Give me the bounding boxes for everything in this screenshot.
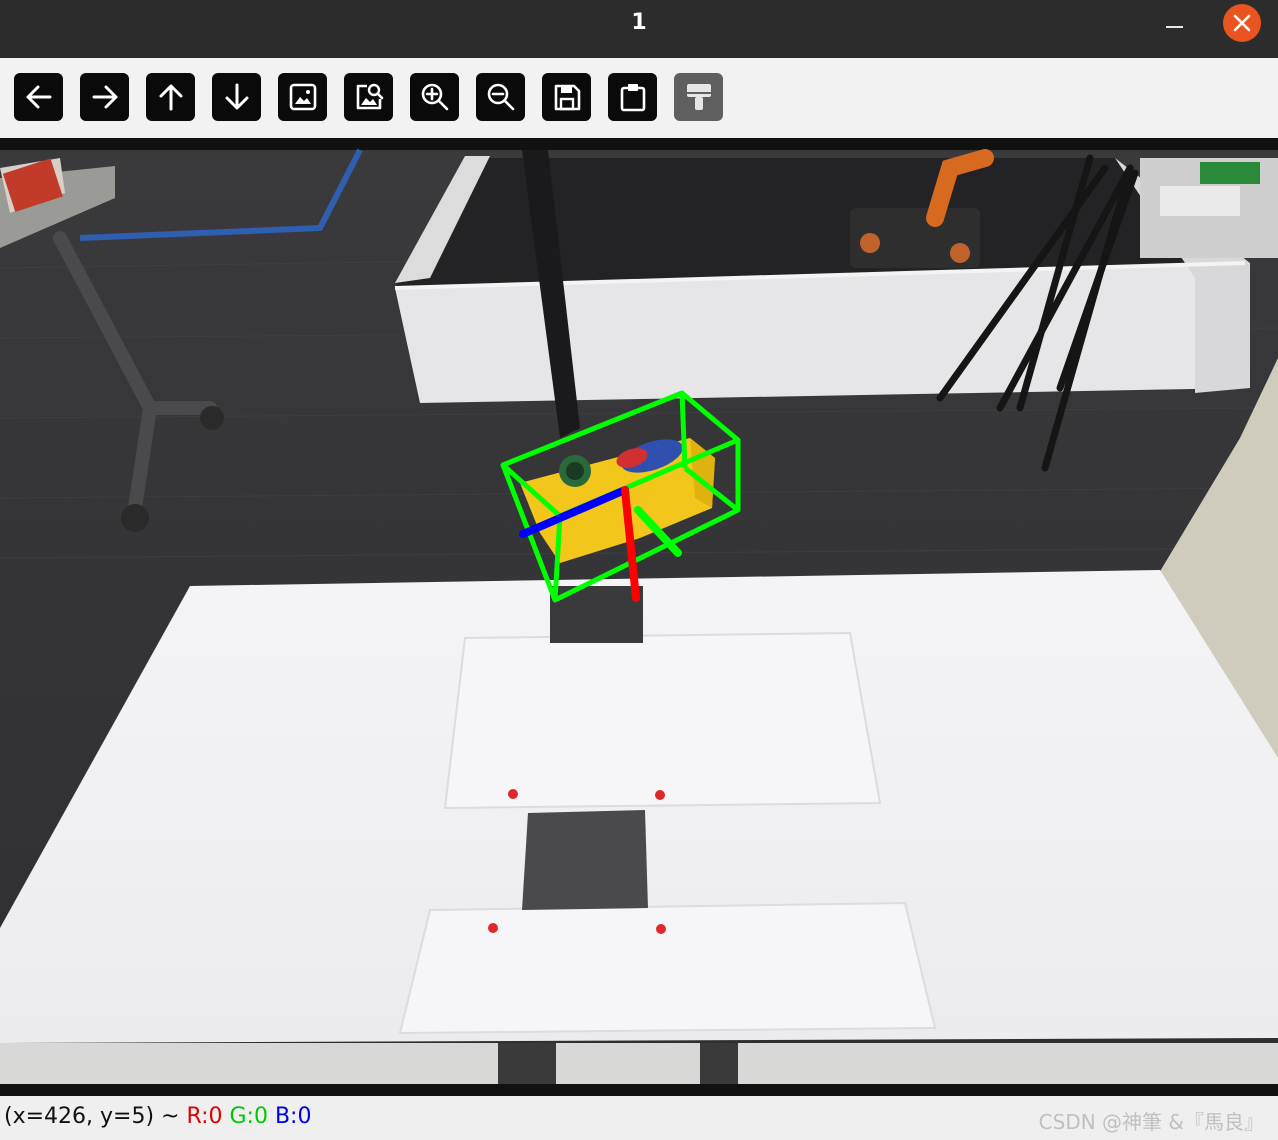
properties-button[interactable]: [674, 73, 723, 121]
zoom-out-button[interactable]: [476, 73, 525, 121]
image-viewer-window: 1 (x=426, y=5) ~ R:0 G:0 B:0 CSDN @神筆 &『…: [0, 0, 1278, 1140]
image-icon: [289, 83, 317, 111]
minimize-button[interactable]: [1158, 6, 1190, 38]
close-button[interactable]: [1223, 4, 1261, 42]
cursor-coordinates: (x=426, y=5) ~: [4, 1104, 187, 1129]
copy-to-clipboard-button[interactable]: [608, 73, 657, 121]
close-icon: [1233, 14, 1251, 32]
zoom-in-button[interactable]: [410, 73, 459, 121]
paint-brush-icon: [687, 84, 711, 110]
image-search-icon: [356, 83, 384, 110]
red-value: R:0: [186, 1104, 223, 1129]
zoom-in-icon: [421, 83, 449, 111]
zoom-out-icon: [487, 83, 515, 111]
pan-left-button[interactable]: [14, 73, 63, 121]
save-button[interactable]: [542, 73, 591, 121]
arrow-left-icon: [26, 85, 52, 109]
minimize-icon: [1166, 26, 1183, 28]
blue-value: B:0: [274, 1104, 312, 1129]
status-bar: (x=426, y=5) ~ R:0 G:0 B:0 CSDN @神筆 &『馬良…: [0, 1096, 1278, 1140]
watermark: CSDN @神筆 &『馬良』: [1038, 1110, 1264, 1134]
camera-image: [0, 138, 1278, 1096]
image-canvas[interactable]: [0, 138, 1278, 1096]
zoom-original-button[interactable]: [344, 73, 393, 121]
arrow-right-icon: [92, 85, 118, 109]
clipboard-icon: [620, 84, 646, 112]
title-bar[interactable]: 1: [0, 0, 1278, 58]
pan-down-button[interactable]: [212, 73, 261, 121]
window-title: 1: [631, 10, 647, 35]
toolbar: [0, 58, 1278, 138]
pan-right-button[interactable]: [80, 73, 129, 121]
zoom-fit-button[interactable]: [278, 73, 327, 121]
pan-up-button[interactable]: [146, 73, 195, 121]
arrow-down-icon: [225, 83, 249, 110]
pixel-info: (x=426, y=5) ~ R:0 G:0 B:0: [4, 1104, 311, 1129]
arrow-up-icon: [159, 84, 183, 111]
save-icon: [554, 84, 581, 111]
green-value: G:0: [229, 1104, 268, 1129]
